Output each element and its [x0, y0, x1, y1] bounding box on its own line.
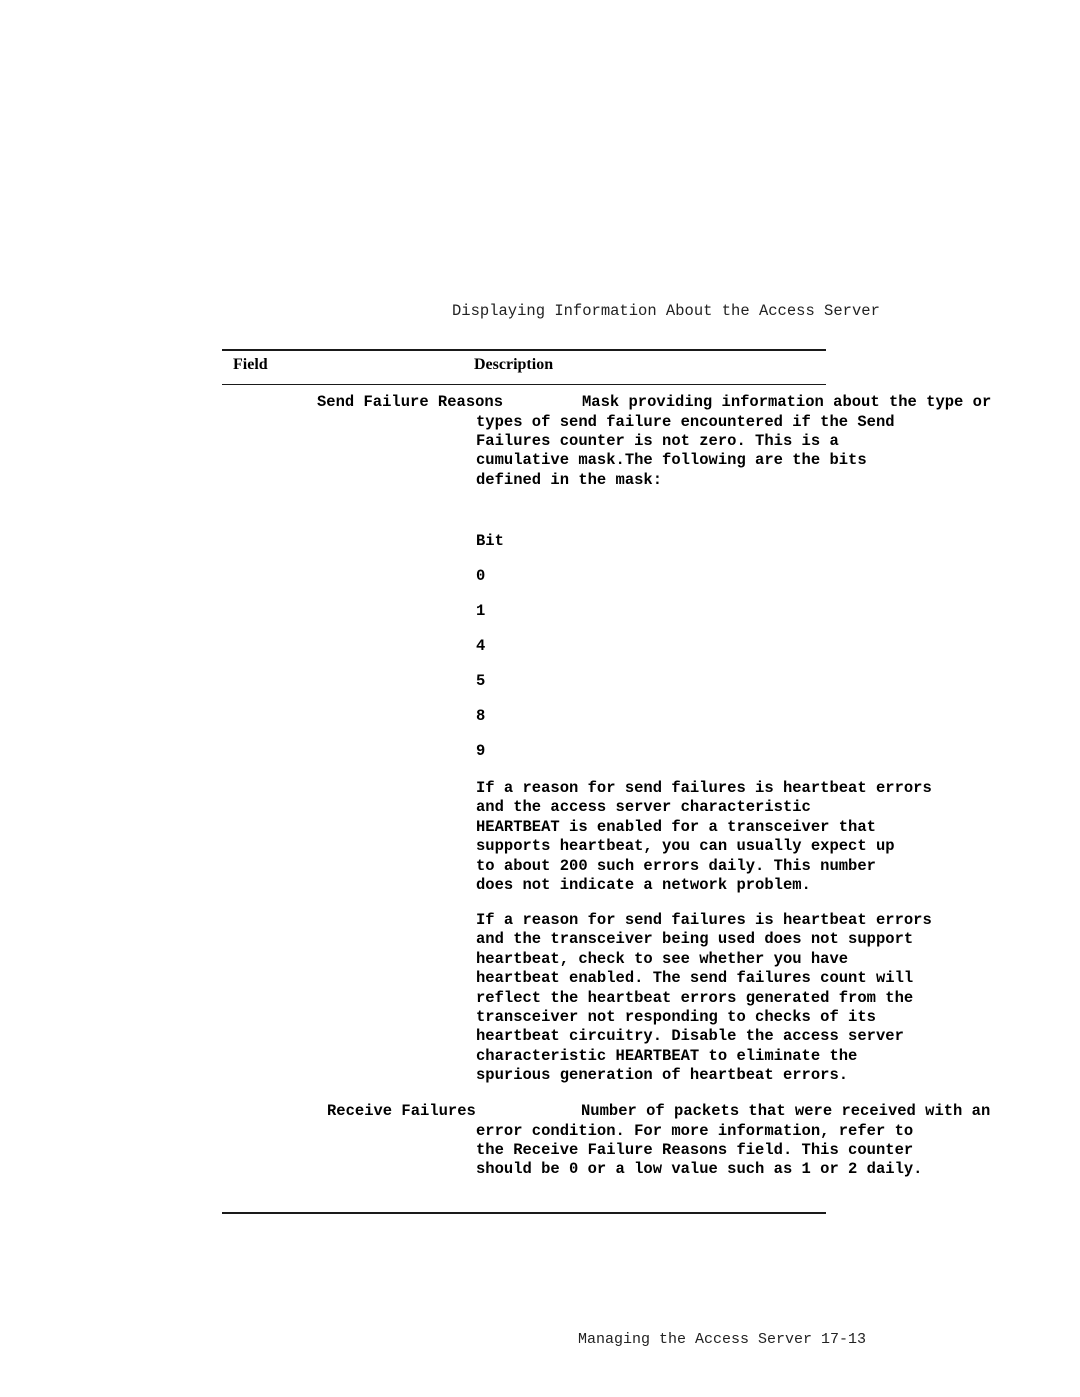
description-text: types of send failure encountered if the… — [476, 412, 895, 489]
column-header-description: Description — [474, 356, 554, 373]
field-name: Receive Failures — [327, 1102, 476, 1120]
page-footer: Managing the Access Server 17-13 — [578, 1331, 867, 1348]
bit-value: 5 — [476, 672, 486, 690]
table-top-rule — [222, 349, 826, 351]
description-first-line: Number of packets that were received wit… — [581, 1102, 991, 1120]
bit-value: 0 — [476, 567, 486, 585]
note-paragraph: If a reason for send failures is heartbe… — [476, 779, 932, 895]
field-name: Send Failure Reasons — [317, 393, 504, 411]
bit-value: 4 — [476, 637, 486, 655]
bits-header: Bit — [476, 532, 504, 550]
table-header-rule — [222, 384, 826, 385]
description-text: error condition. For more information, r… — [476, 1121, 923, 1179]
bit-value: 9 — [476, 742, 486, 760]
column-header-field: Field — [233, 356, 268, 373]
bit-value: 1 — [476, 602, 486, 620]
bit-value: 8 — [476, 707, 486, 725]
table-bottom-rule — [222, 1212, 826, 1214]
running-head: Displaying Information About the Access … — [452, 302, 880, 320]
description-first-line: Mask providing information about the typ… — [582, 393, 992, 411]
note-paragraph: If a reason for send failures is heartbe… — [476, 911, 932, 1085]
